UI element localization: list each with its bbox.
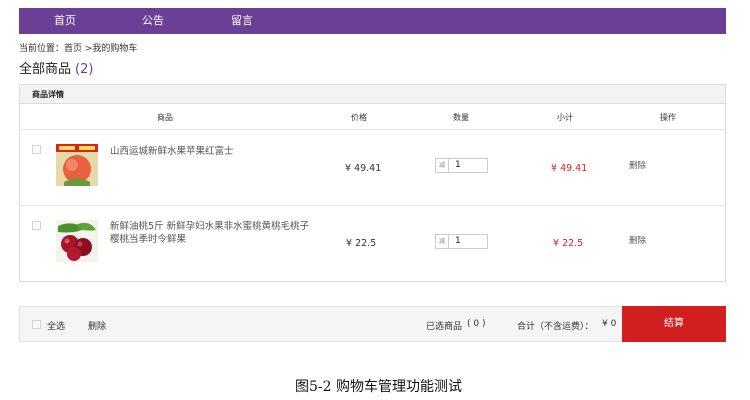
cart-footer-bar: 全选 删除 已选商品 ( 0 ) 合计（不含运费）： ¥ 0 — [19, 306, 726, 342]
row-checkbox[interactable] — [32, 145, 41, 154]
product-price: ¥ 22.5 — [346, 238, 377, 249]
product-count: (2) — [75, 62, 94, 77]
select-all-label[interactable]: 全选 — [47, 319, 65, 332]
panel-header: 商品详情 — [20, 85, 725, 104]
red-apple-product-image[interactable] — [56, 144, 98, 186]
cart-panel: 商品详情 商品 价格 数量 小计 操作 山西运城新鲜水果苹果红富士 ¥ 49.4… — [19, 84, 726, 282]
quantity-decrease-button[interactable]: 减 — [435, 158, 449, 173]
top-nav-bar: 首页 公告 留言 — [19, 8, 726, 34]
product-subtotal: ¥ 49.41 — [551, 163, 588, 174]
nav-item-home[interactable]: 首页 — [54, 8, 76, 34]
product-name[interactable]: 山西运城新鲜水果苹果红富士 — [110, 145, 315, 158]
column-header-quantity: 数量 — [453, 113, 469, 122]
quantity-input[interactable]: 1 — [449, 234, 488, 249]
column-header-price: 价格 — [351, 113, 367, 122]
product-name[interactable]: 新鲜油桃5斤 新鲜孕妇水果非水蜜桃黄桃毛桃子 樱桃当季时令鲜果 — [110, 220, 315, 246]
column-header-product: 商品 — [157, 113, 173, 122]
checkout-button[interactable]: 结算 — [622, 306, 726, 342]
nav-item-messages[interactable]: 留言 — [231, 8, 253, 34]
header-divider — [20, 129, 725, 130]
total-value: ¥ 0 — [602, 319, 617, 329]
product-name-line1[interactable]: 新鲜油桃5斤 新鲜孕妇水果非水蜜桃黄桃毛桃子 — [110, 220, 315, 233]
quantity-input[interactable]: 1 — [449, 158, 488, 173]
nav-item-announcements[interactable]: 公告 — [142, 8, 164, 34]
selected-items-count: ( 0 ) — [467, 319, 486, 329]
total-label: 合计（不含运费）： — [517, 322, 594, 332]
product-name-line2[interactable]: 樱桃当季时令鲜果 — [110, 233, 315, 246]
selected-items-label: 已选商品 — [426, 322, 463, 332]
delete-item-link[interactable]: 删除 — [629, 159, 646, 171]
bulk-delete-link[interactable]: 删除 — [88, 319, 106, 332]
cherries-product-image[interactable] — [56, 220, 98, 262]
delete-item-link[interactable]: 删除 — [629, 234, 646, 246]
column-header-subtotal: 小计 — [557, 113, 573, 122]
product-subtotal: ¥ 22.5 — [553, 238, 584, 249]
page-title-text: 全部商品 — [19, 62, 72, 77]
quantity-decrease-button[interactable]: 减 — [435, 234, 449, 249]
row-divider — [20, 205, 725, 206]
product-name-line1[interactable]: 山西运城新鲜水果苹果红富士 — [110, 145, 315, 158]
page-title: 全部商品 (2) — [19, 58, 93, 77]
panel-header-title: 商品详情 — [32, 90, 64, 99]
figure-caption: 图5-2 购物车管理功能测试 — [295, 379, 462, 395]
select-all-checkbox[interactable] — [32, 320, 41, 329]
row-checkbox[interactable] — [32, 221, 41, 230]
breadcrumb: 当前位置：首页 >我的购物车 — [19, 44, 138, 54]
column-header-actions: 操作 — [660, 113, 676, 122]
product-price: ¥ 49.41 — [345, 163, 382, 174]
